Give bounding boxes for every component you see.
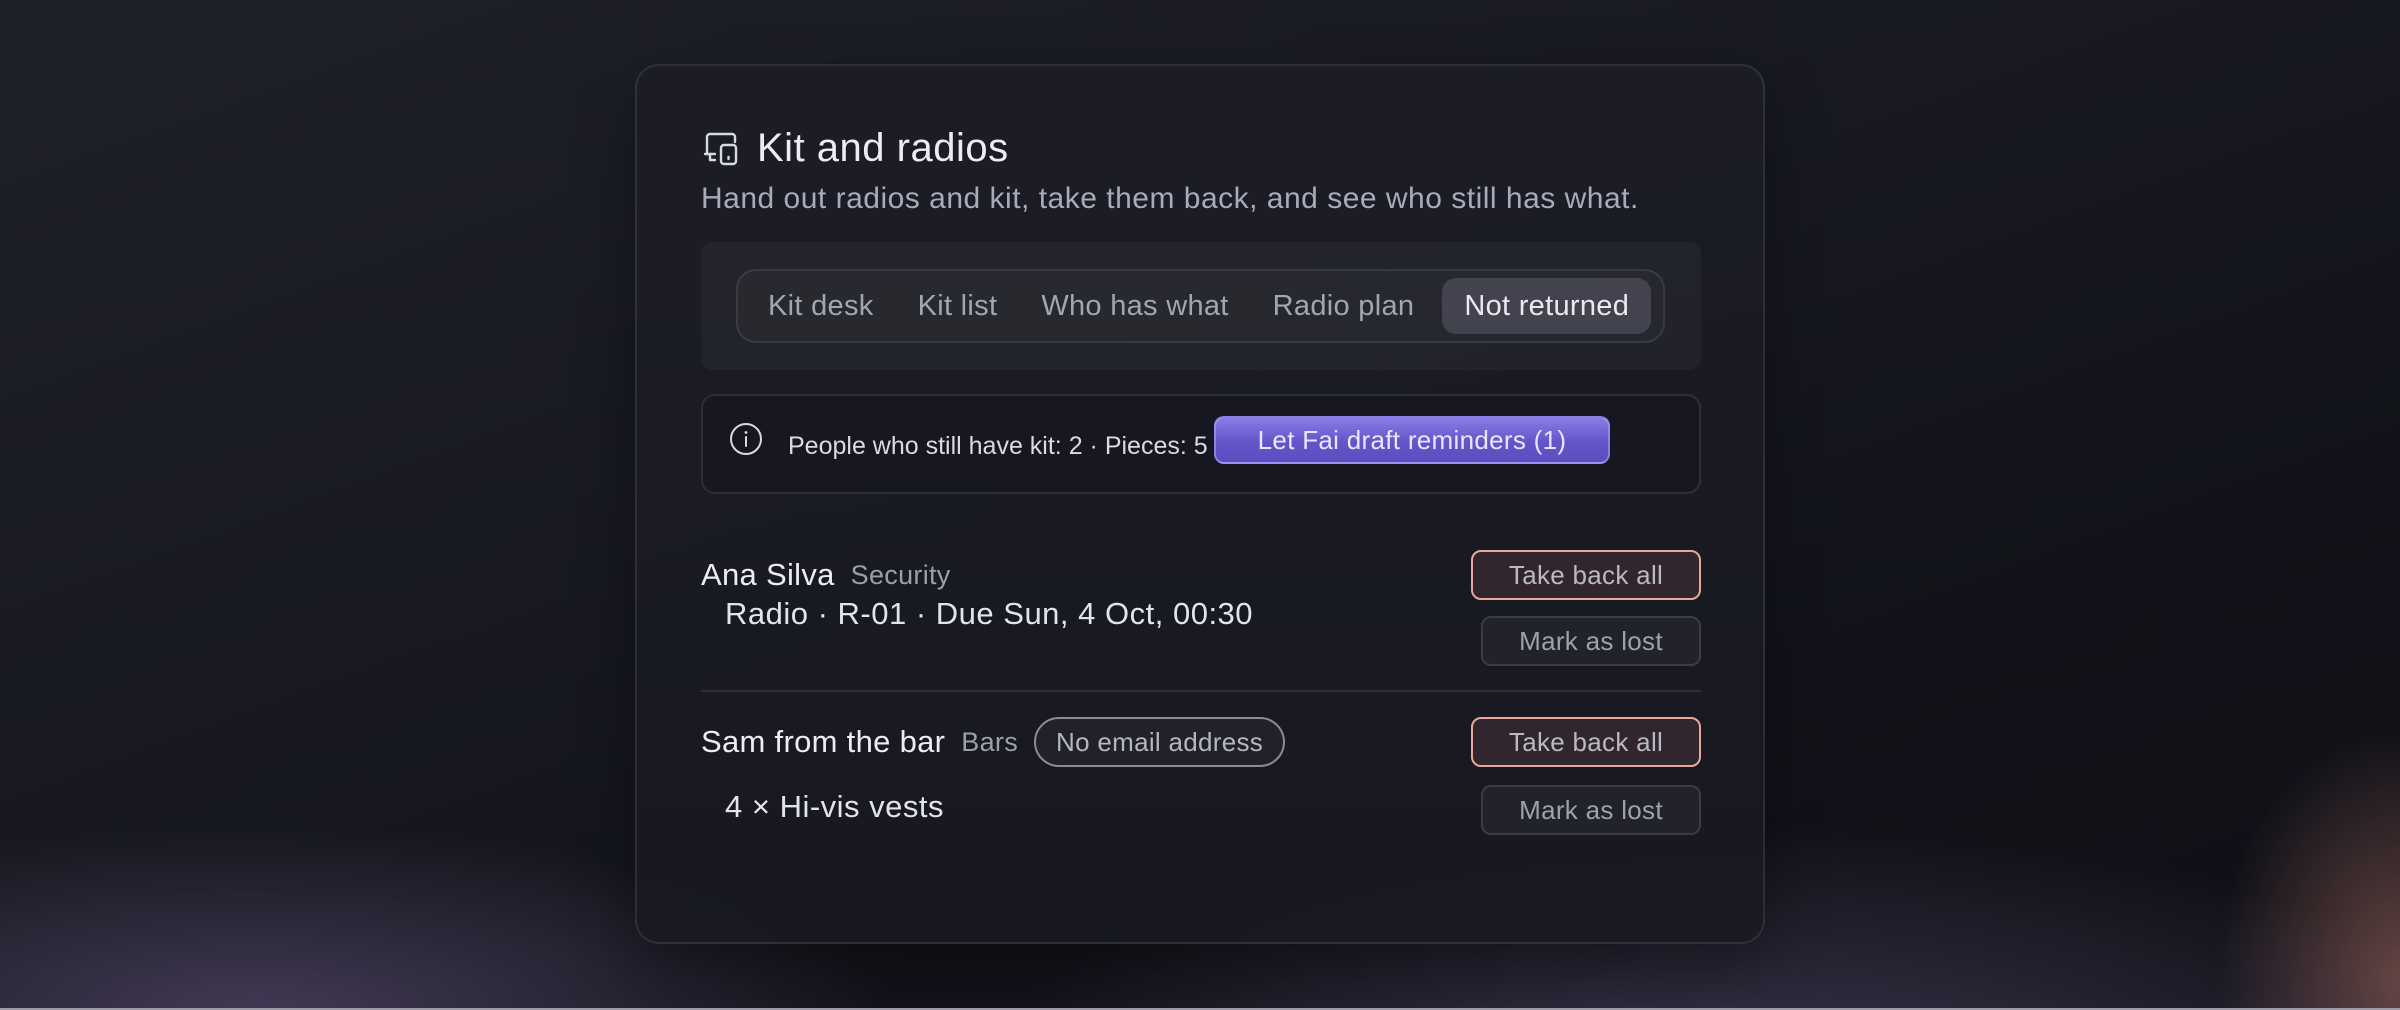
person-name: Ana Silva (701, 557, 835, 592)
tab-kit-desk[interactable]: Kit desk (746, 278, 896, 334)
title-row: Kit and radios (701, 126, 1009, 171)
tab-bar: Kit desk Kit list Who has what Radio pla… (736, 269, 1665, 343)
page-title: Kit and radios (757, 126, 1009, 170)
summary-banner: People who still have kit: 2 · Pieces: 5… (701, 394, 1701, 494)
info-icon (729, 422, 763, 456)
draft-reminders-button[interactable]: Let Fai draft reminders (1) (1214, 416, 1610, 464)
kit-panel: Kit and radios Hand out radios and kit, … (635, 64, 1765, 944)
person-group: Ana Silva Security Take back all Radio ·… (701, 550, 1701, 666)
person-team: Security (850, 559, 951, 590)
kit-item: Radio · R-01 · Due Sun, 4 Oct, 00:30 (725, 596, 1254, 631)
person-team: Bars (961, 726, 1018, 757)
person-header: Sam from the bar Bars No email address (701, 717, 1286, 767)
kit-item: 4 × Hi-vis vests (725, 789, 945, 824)
take-back-all-button[interactable]: Take back all (1471, 550, 1701, 600)
mark-as-lost-button[interactable]: Mark as lost (1481, 785, 1701, 835)
tab-not-returned[interactable]: Not returned (1442, 278, 1652, 334)
divider (701, 690, 1701, 692)
person-group: Sam from the bar Bars No email address T… (701, 717, 1701, 837)
mark-as-lost-button[interactable]: Mark as lost (1481, 616, 1701, 666)
take-back-all-button[interactable]: Take back all (1471, 717, 1701, 767)
tab-kit-list[interactable]: Kit list (896, 278, 1020, 334)
devices-icon (701, 129, 741, 169)
summary-text: People who still have kit: 2 · Pieces: 5 (788, 432, 1208, 460)
tab-who-has-what[interactable]: Who has what (1019, 278, 1250, 334)
page-subtitle: Hand out radios and kit, take them back,… (701, 182, 1639, 215)
person-header: Ana Silva Security (701, 550, 951, 600)
tab-radio-plan[interactable]: Radio plan (1251, 278, 1437, 334)
no-email-badge: No email address (1034, 717, 1286, 767)
person-name: Sam from the bar (701, 724, 946, 759)
tab-container: Kit desk Kit list Who has what Radio pla… (701, 242, 1701, 370)
